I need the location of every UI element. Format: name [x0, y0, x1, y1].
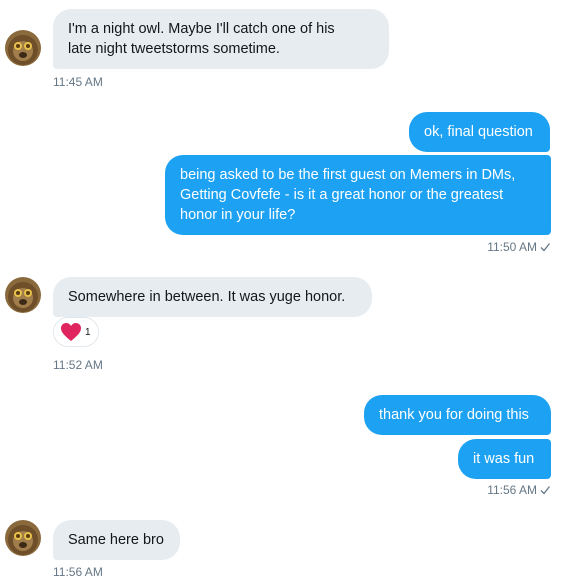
avatar[interactable] [5, 520, 41, 556]
avatar[interactable] [5, 30, 41, 66]
message-timestamp: 11:50 AM [487, 239, 550, 255]
message-bubble-incoming[interactable]: Same here bro [53, 520, 180, 560]
heart-icon [61, 323, 81, 341]
read-receipt-check-icon [540, 243, 550, 252]
avatar[interactable] [5, 277, 41, 313]
message-timestamp: 11:45 AM [53, 75, 103, 89]
contact-avatar-icon [5, 277, 41, 313]
message-bubble-outgoing[interactable]: being asked to be the first guest on Mem… [165, 155, 551, 235]
message-bubble-incoming[interactable]: I'm a night owl. Maybe I'll catch one of… [53, 9, 389, 69]
reaction-badge[interactable]: 1 [53, 317, 99, 347]
message-bubble-incoming[interactable]: Somewhere in between. It was yuge honor. [53, 277, 372, 317]
message-timestamp: 11:56 AM [53, 565, 103, 579]
message-timestamp: 11:56 AM [487, 482, 550, 498]
read-receipt-check-icon [540, 486, 550, 495]
message-bubble-outgoing[interactable]: it was fun [458, 439, 551, 479]
message-bubble-outgoing[interactable]: ok, final question [409, 112, 550, 152]
message-bubble-outgoing[interactable]: thank you for doing this [364, 395, 551, 435]
reaction-count: 1 [85, 326, 91, 338]
contact-avatar-icon [5, 520, 41, 556]
contact-avatar-icon [5, 30, 41, 66]
message-timestamp: 11:52 AM [53, 358, 103, 372]
